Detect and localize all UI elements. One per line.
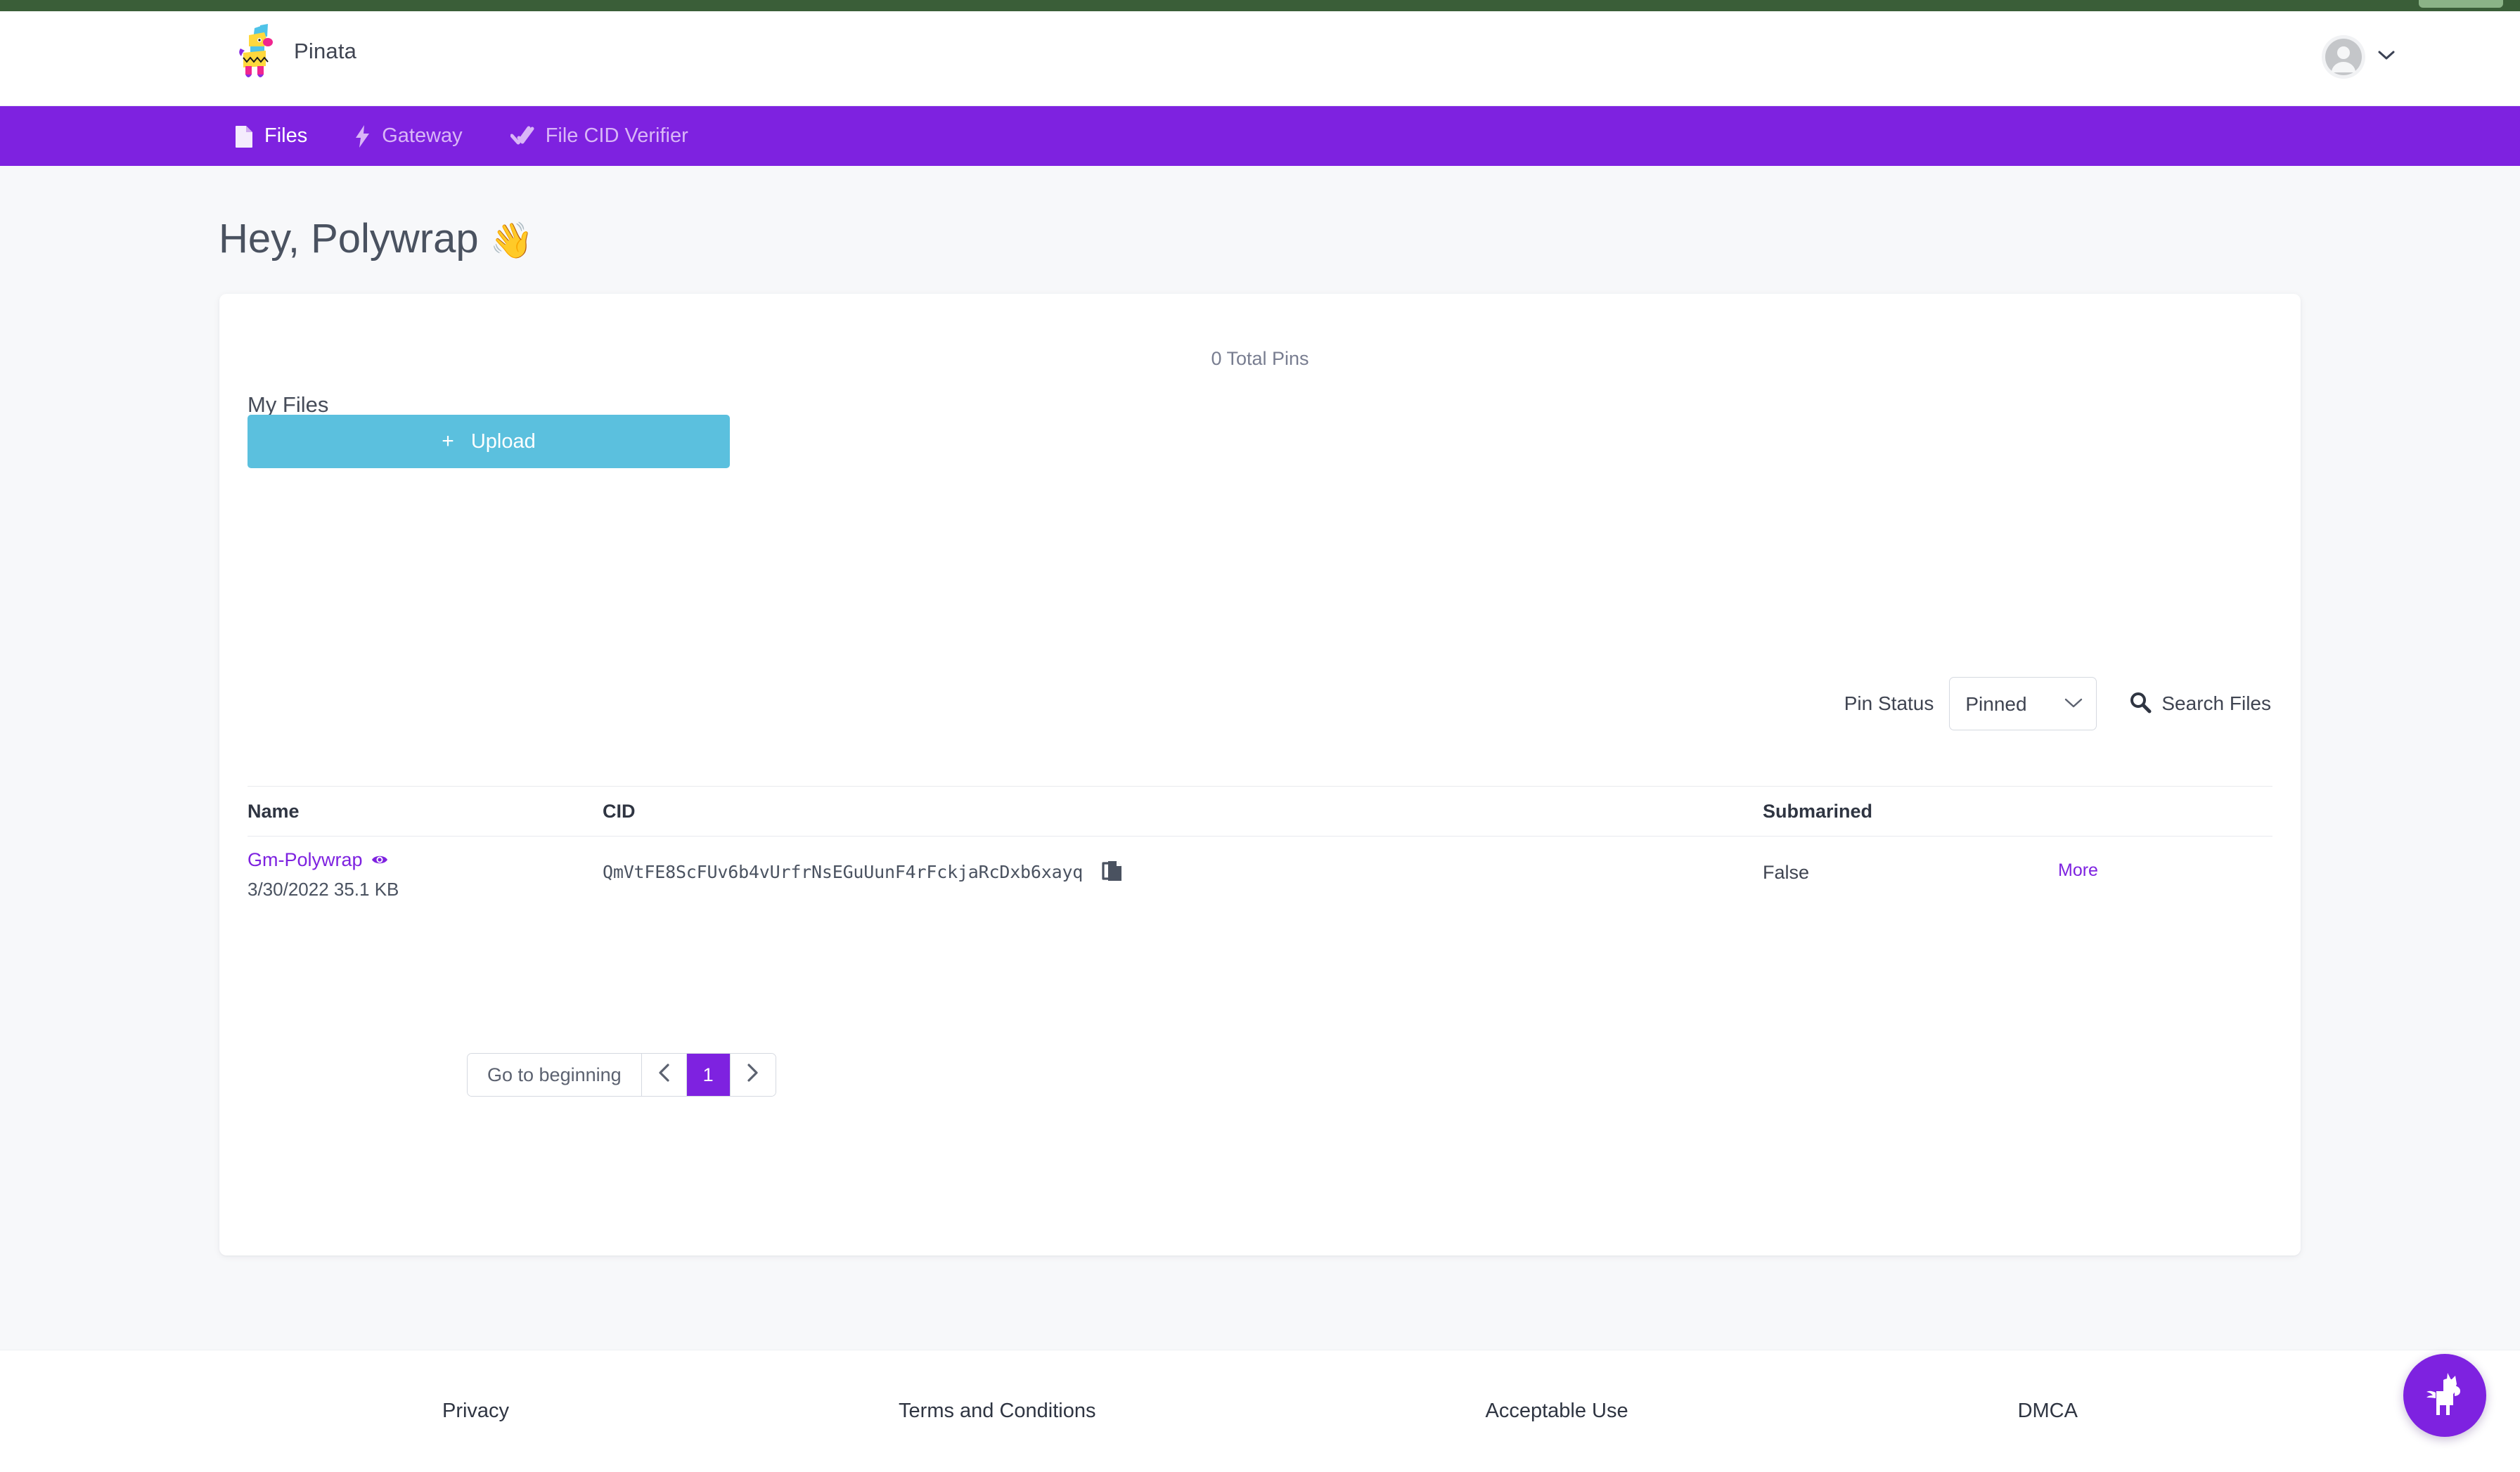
table-row: Gm-Polywrap 3/30/2022 35.1 KB QmVtFE8ScF… — [248, 837, 2272, 921]
column-header-cid: CID — [603, 800, 636, 822]
pin-status-select[interactable]: Pinned — [1949, 677, 2097, 730]
top-system-strip-panel — [1118, 0, 2520, 9]
go-to-beginning-button[interactable]: Go to beginning — [468, 1054, 642, 1096]
pinata-llama-icon — [236, 22, 280, 80]
column-header-name: Name — [248, 800, 300, 822]
page-footer: Privacy Terms and Conditions Acceptable … — [0, 1350, 2520, 1472]
files-table-header: Name CID Submarined — [248, 786, 2272, 837]
account-menu[interactable] — [2322, 35, 2395, 79]
page-number-button-1[interactable]: 1 — [686, 1054, 731, 1096]
copy-icon[interactable] — [1102, 860, 1123, 886]
chevron-down-icon[interactable] — [2378, 51, 2395, 64]
cell-cid: QmVtFE8ScFUv6b4vUrfrNsEGuUunF4rFckjaRcDx… — [603, 849, 1763, 886]
files-card: 0 Total Pins My Files + Upload Pin Statu… — [219, 294, 2301, 1255]
eye-icon[interactable] — [371, 849, 388, 871]
search-files-button[interactable]: Search Files — [2129, 691, 2271, 717]
total-pins-label: 0 Total Pins — [1211, 348, 1309, 369]
chevron-left-icon — [658, 1063, 670, 1087]
footer-link-privacy[interactable]: Privacy — [442, 1400, 509, 1423]
double-check-icon — [510, 126, 534, 147]
files-filter-bar: Pin Status Pinned Search Files — [1844, 677, 2271, 730]
nav-label-files: Files — [264, 124, 308, 147]
top-system-strip-pill — [2419, 0, 2503, 8]
page-title: Hey, Polywrap 👋 — [219, 215, 534, 262]
column-header-submarined: Submarined — [1763, 800, 1873, 822]
pinata-llama-icon — [2424, 1371, 2466, 1420]
previous-page-button[interactable] — [641, 1054, 687, 1096]
section-title-my-files: My Files — [248, 392, 329, 417]
nav-label-gateway: Gateway — [382, 124, 463, 147]
cid-value: QmVtFE8ScFUv6b4vUrfrNsEGuUunF4rFckjaRcDx… — [603, 862, 1084, 882]
file-meta: 3/30/2022 35.1 KB — [248, 879, 399, 900]
next-page-button[interactable] — [730, 1054, 776, 1096]
brand-name: Pinata — [294, 39, 357, 63]
files-table: Name CID Submarined Gm-Polywrap 3/30/202… — [248, 786, 2272, 921]
nav-label-file-cid-verifier: File CID Verifier — [545, 124, 688, 147]
upload-button-label: Upload — [470, 430, 536, 453]
cell-actions: More — [2058, 849, 2272, 881]
more-link[interactable]: More — [2058, 860, 2098, 881]
upload-button[interactable]: + Upload — [248, 415, 730, 468]
nav-item-files[interactable]: Files — [211, 106, 331, 166]
main-navigation: Files Gateway File CID Verifier — [0, 106, 2520, 166]
search-files-label: Search Files — [2161, 692, 2271, 714]
user-avatar-icon[interactable] — [2322, 35, 2365, 79]
file-name-link[interactable]: Gm-Polywrap — [248, 849, 388, 871]
page-title-text: Hey, Polywrap — [219, 216, 479, 262]
pin-status-select-wrap: Pinned — [1949, 677, 2097, 730]
brand-block[interactable]: Pinata — [236, 22, 356, 80]
magnifier-icon — [2129, 691, 2152, 717]
cell-name: Gm-Polywrap 3/30/2022 35.1 KB — [248, 849, 603, 900]
plus-icon: + — [442, 430, 454, 453]
bolt-icon — [355, 124, 371, 148]
pin-status-label: Pin Status — [1844, 692, 1934, 714]
footer-link-dmca[interactable]: DMCA — [2018, 1400, 2078, 1423]
footer-link-acceptable-use[interactable]: Acceptable Use — [1485, 1400, 1628, 1423]
waving-hand-icon: 👋 — [489, 221, 534, 260]
footer-link-terms-and-conditions[interactable]: Terms and Conditions — [899, 1400, 1095, 1423]
file-name-label: Gm-Polywrap — [248, 849, 363, 870]
support-chat-button[interactable] — [2403, 1354, 2486, 1437]
submarined-value: False — [1763, 862, 1810, 883]
nav-item-file-cid-verifier[interactable]: File CID Verifier — [487, 106, 712, 166]
pagination: Go to beginning 1 — [467, 1053, 776, 1097]
file-icon — [235, 125, 253, 148]
cell-submarined: False — [1763, 849, 2058, 884]
chevron-right-icon — [747, 1063, 759, 1087]
nav-item-gateway[interactable]: Gateway — [331, 106, 486, 166]
top-system-strip — [0, 0, 2520, 11]
brand-header: Pinata — [0, 11, 2520, 106]
page-body: Hey, Polywrap 👋 0 Total Pins My Files + … — [0, 166, 2520, 1350]
